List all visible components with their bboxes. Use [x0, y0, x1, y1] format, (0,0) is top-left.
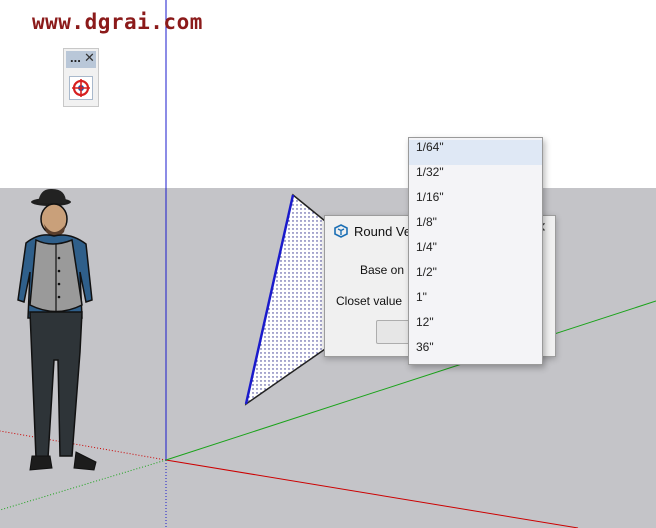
- dropdown-option[interactable]: 36": [409, 340, 542, 365]
- dropdown-option[interactable]: 1/64": [409, 140, 542, 165]
- dropdown-options-list: 1/64" 1/32" 1/16" 1/8" 1/4" 1/2" 1" 12" 36": [409, 138, 542, 365]
- floating-toolbar[interactable]: ... ✕: [63, 48, 99, 107]
- toolbar-close-icon[interactable]: ✕: [84, 51, 95, 66]
- dropdown-option[interactable]: 1/8": [409, 215, 542, 240]
- round-vertices-tool-button[interactable]: [69, 76, 93, 100]
- toolbar-titlebar[interactable]: ... ✕: [66, 50, 96, 68]
- dropdown-option[interactable]: 1/16": [409, 190, 542, 215]
- closest-value-label: Closet value: [336, 294, 403, 308]
- toolbar-title: ...: [70, 50, 81, 65]
- sketchup-logo-icon: [334, 224, 348, 238]
- dropdown-option[interactable]: 1": [409, 290, 542, 315]
- dropdown-option[interactable]: 1/2": [409, 265, 542, 290]
- base-on-label: Base on: [360, 263, 405, 277]
- closest-value-dropdown[interactable]: 1/64" 1/32" 1/16" 1/8" 1/4" 1/2" 1" 12" 36": [408, 137, 543, 365]
- dialog-title: Round Ve: [354, 224, 412, 239]
- dropdown-option[interactable]: 1/32": [409, 165, 542, 190]
- crosshair-target-icon: [72, 79, 90, 97]
- dropdown-option[interactable]: 1/4": [409, 240, 542, 265]
- dropdown-option[interactable]: 12": [409, 315, 542, 340]
- watermark-text: www.dgrai.com: [32, 10, 203, 34]
